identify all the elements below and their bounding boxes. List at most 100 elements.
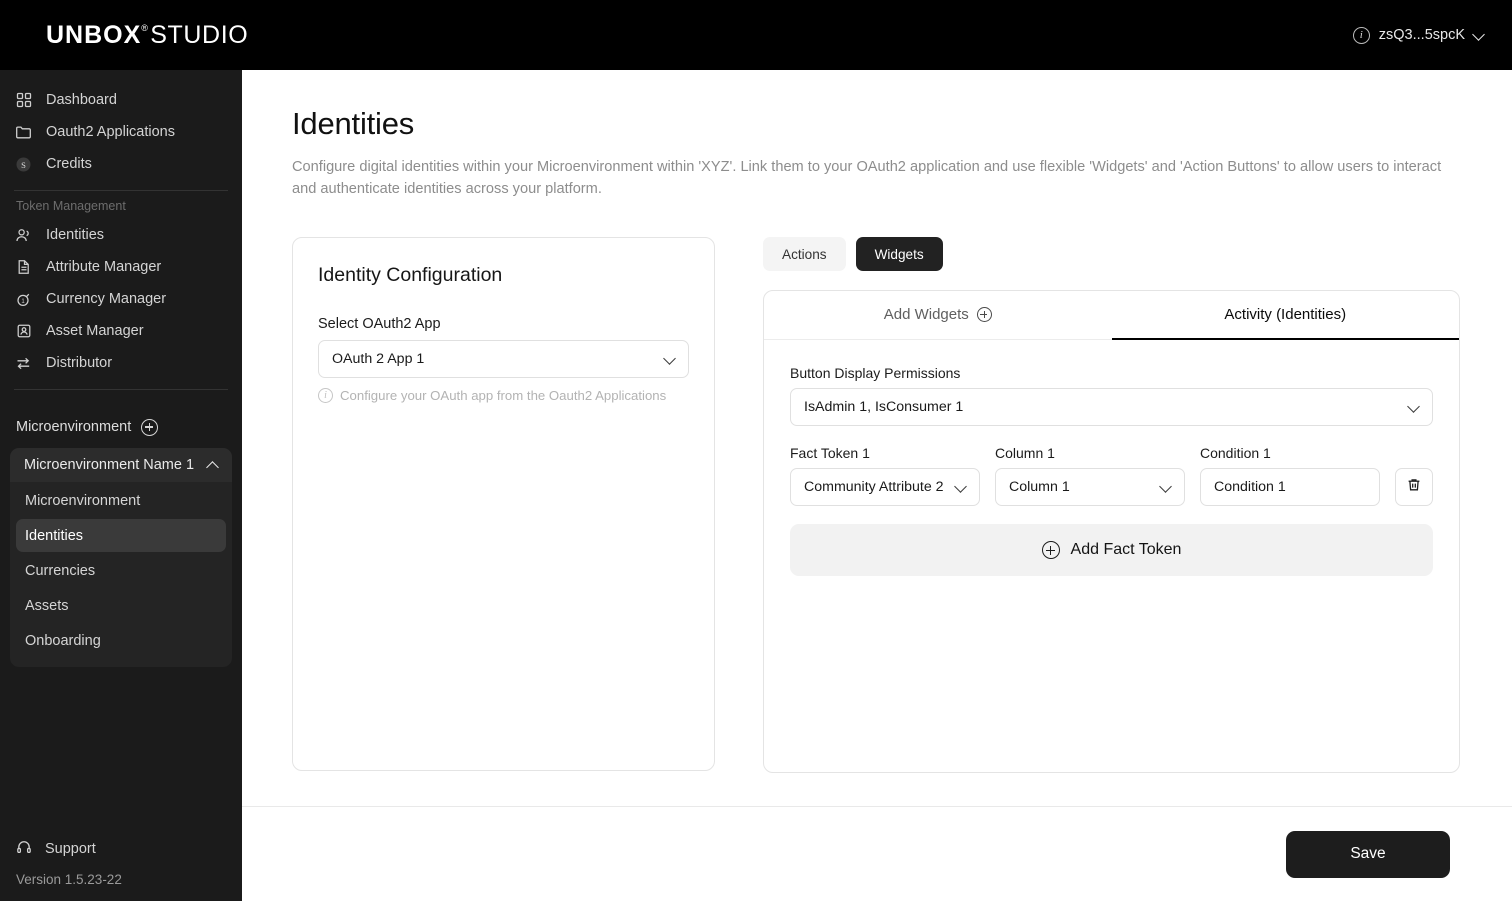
folder-icon	[14, 123, 33, 142]
info-icon: i	[1352, 26, 1370, 44]
microenvironment-group: Microenvironment Name 1 Microenvironment…	[10, 448, 232, 667]
select-oauth2-app-label: Select OAuth2 App	[318, 316, 441, 333]
support-button[interactable]: Support	[0, 834, 242, 864]
info-icon: i	[318, 388, 333, 404]
sidebar: Dashboard Oauth2 Applications S Credits …	[0, 70, 242, 901]
users-icon	[14, 226, 33, 245]
logo-registered-mark: ®	[141, 22, 149, 33]
tab-activity-identities[interactable]: Activity (Identities)	[1111, 291, 1459, 341]
widgets-toggle-label: Widgets	[874, 246, 924, 262]
column-dropdown[interactable]: Column 1	[995, 468, 1185, 507]
sidebar-item-attribute-manager[interactable]: Attribute Manager	[0, 251, 242, 283]
sidebar-subitem-label: Microenvironment	[25, 492, 141, 509]
sidebar-item-label: Distributor	[46, 355, 113, 371]
sidebar-subitem-label: Identities	[25, 527, 84, 544]
sidebar-subitem-label: Currencies	[25, 562, 96, 579]
condition-value: Condition 1	[1214, 479, 1286, 496]
button-display-permissions-value: IsAdmin 1, IsConsumer 1	[804, 399, 964, 416]
sidebar-item-label: Dashboard	[46, 92, 117, 108]
sidebar-item-oauth2-applications[interactable]: Oauth2 Applications	[0, 116, 242, 148]
plus-circle-icon	[1041, 541, 1060, 560]
sidebar-subitem-label: Assets	[25, 597, 69, 614]
sidebar-item-identities[interactable]: Identities	[0, 219, 242, 251]
identity-configuration-title: Identity Configuration	[318, 264, 503, 287]
tab-add-widgets-label: Add Widgets	[883, 306, 969, 324]
fact-token-value: Community Attribute 2	[804, 479, 944, 496]
top-bar: UNBOX ® STUDIO i zsQ3...5spcK	[0, 0, 1512, 70]
condition-field-group: Condition 1 Condition 1	[1200, 445, 1380, 507]
chevron-down-icon	[1161, 482, 1171, 492]
grid-icon	[14, 91, 33, 110]
coin-icon: S	[14, 155, 33, 174]
sidebar-item-me-identities[interactable]: Identities	[16, 519, 226, 552]
fact-token-row: Fact Token 1 Community Attribute 2 Colum…	[790, 445, 1433, 507]
mode-toggle-group: Actions Widgets	[763, 237, 1460, 272]
widgets-toggle-button[interactable]: Widgets	[855, 237, 943, 272]
sidebar-item-distributor[interactable]: Distributor	[0, 347, 242, 379]
sidebar-divider-bottom	[14, 389, 228, 390]
column-label: Column 1	[995, 445, 1055, 462]
sidebar-item-microenvironment[interactable]: Microenvironment	[16, 484, 226, 517]
chevron-down-icon	[1409, 402, 1419, 412]
body-row: Dashboard Oauth2 Applications S Credits …	[0, 70, 1512, 901]
app-logo[interactable]: UNBOX ® STUDIO	[46, 21, 248, 50]
column-value: Column 1	[1009, 479, 1070, 496]
sidebar-footer: Support Version 1.5.23-22	[0, 834, 242, 901]
microenvironment-group-name: Microenvironment Name 1	[24, 457, 195, 473]
sidebar-item-credits[interactable]: S Credits	[0, 148, 242, 180]
sidebar-item-onboarding[interactable]: Onboarding	[16, 624, 226, 657]
chevron-down-icon	[1474, 30, 1484, 40]
sidebar-section-token-management: Token Management	[16, 199, 126, 213]
chevron-up-icon	[208, 460, 218, 470]
sidebar-divider-top	[14, 190, 228, 191]
save-button[interactable]: Save	[1286, 830, 1450, 878]
chevron-down-icon	[665, 354, 675, 364]
sidebar-item-dashboard[interactable]: Dashboard	[0, 84, 242, 116]
sidebar-item-label: Asset Manager	[46, 323, 144, 339]
sidebar-item-currency-manager[interactable]: 1 Currency Manager	[0, 283, 242, 315]
sidebar-item-assets[interactable]: Assets	[16, 589, 226, 622]
add-fact-token-button[interactable]: Add Fact Token	[790, 524, 1433, 577]
actions-toggle-label: Actions	[782, 246, 827, 262]
document-icon	[14, 258, 33, 277]
actions-toggle-button[interactable]: Actions	[763, 237, 846, 272]
app-root: UNBOX ® STUDIO i zsQ3...5spcK Dashboard	[0, 0, 1512, 901]
transfer-icon	[14, 354, 33, 373]
widgets-tab-bar: Add Widgets Activity (Identities)	[764, 291, 1459, 341]
user-account-menu[interactable]: i zsQ3...5spcK	[1352, 26, 1484, 44]
delete-fact-token-button[interactable]	[1395, 468, 1433, 507]
select-oauth2-app-value: OAuth 2 App 1	[332, 351, 425, 368]
sidebar-item-label: Oauth2 Applications	[46, 124, 175, 140]
svg-text:1: 1	[21, 298, 25, 304]
sidebar-item-currencies[interactable]: Currencies	[16, 554, 226, 587]
right-column: Actions Widgets Add Widgets Activity (Id…	[763, 237, 1460, 774]
widgets-card: Add Widgets Activity (Identities) Button…	[763, 290, 1460, 774]
microenvironment-group-toggle[interactable]: Microenvironment Name 1	[10, 448, 232, 482]
fact-token-dropdown[interactable]: Community Attribute 2	[790, 468, 980, 507]
column-field-group: Column 1 Column 1	[995, 445, 1185, 507]
fact-token-field-group: Fact Token 1 Community Attribute 2	[790, 445, 980, 507]
left-column: Identity Configuration Select OAuth2 App…	[292, 237, 715, 773]
condition-input[interactable]: Condition 1	[1200, 468, 1380, 507]
sidebar-item-label: Identities	[46, 227, 105, 243]
sidebar-subitem-label: Onboarding	[25, 632, 101, 649]
currency-icon: 1	[14, 290, 33, 309]
chevron-down-icon	[956, 482, 966, 492]
logo-studio-text: STUDIO	[150, 20, 249, 49]
user-account-label: zsQ3...5spcK	[1378, 27, 1465, 43]
button-display-permissions-dropdown[interactable]: IsAdmin 1, IsConsumer 1	[790, 388, 1433, 427]
plus-circle-icon	[976, 307, 992, 323]
content-columns: Identity Configuration Select OAuth2 App…	[292, 237, 1460, 774]
tab-activity-identities-label: Activity (Identities)	[1224, 306, 1347, 324]
svg-text:S: S	[21, 160, 26, 170]
select-oauth2-app-dropdown[interactable]: OAuth 2 App 1	[318, 340, 689, 379]
sidebar-item-asset-manager[interactable]: Asset Manager	[0, 315, 242, 347]
add-fact-token-label: Add Fact Token	[1070, 541, 1182, 559]
button-display-permissions-label: Button Display Permissions	[790, 365, 961, 382]
add-microenvironment-icon[interactable]	[141, 418, 159, 436]
sidebar-item-label: Attribute Manager	[46, 259, 162, 275]
save-button-label: Save	[1350, 845, 1386, 862]
footer-action-bar: Save	[242, 806, 1512, 901]
tab-add-widgets[interactable]: Add Widgets	[764, 291, 1112, 340]
oauth-app-hint-text: Configure your OAuth app from the Oauth2…	[340, 388, 667, 404]
